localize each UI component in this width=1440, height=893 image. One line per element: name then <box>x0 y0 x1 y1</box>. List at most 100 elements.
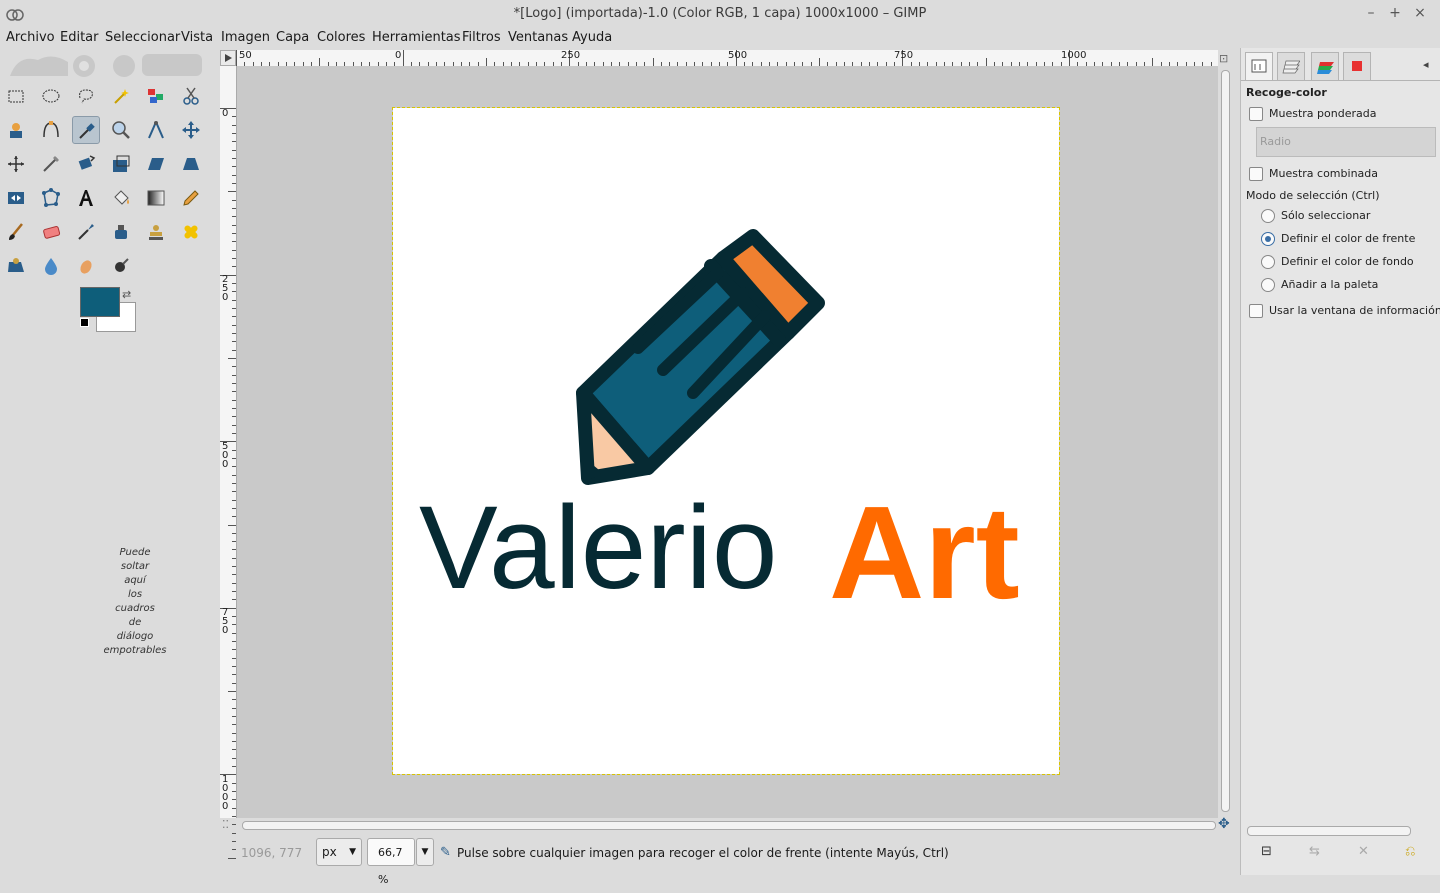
sample-average-checkbox[interactable] <box>1249 107 1263 121</box>
dodge-burn-tool[interactable] <box>107 252 135 280</box>
mode-radio-add-palette[interactable] <box>1261 278 1275 292</box>
text-tool[interactable] <box>72 184 100 212</box>
delete-options-icon[interactable]: ✕ <box>1358 844 1369 859</box>
heal-tool[interactable] <box>177 218 205 246</box>
fuzzy-select-tool[interactable] <box>107 82 135 110</box>
close-button[interactable]: × <box>1411 4 1429 22</box>
unit-selector[interactable]: px ▼ <box>316 838 362 866</box>
sample-merged-checkbox[interactable] <box>1249 167 1263 181</box>
blur-sharpen-tool[interactable] <box>37 252 65 280</box>
menu-imagen[interactable]: Imagen <box>221 30 270 45</box>
menu-ventanas[interactable]: Ventanas <box>508 30 568 45</box>
mode-radio-set-foreground[interactable] <box>1261 232 1275 246</box>
zoom-dropdown-button[interactable]: ▼ <box>416 838 434 866</box>
reset-options-icon[interactable]: ⎌ <box>1405 844 1415 859</box>
pencil-tool[interactable] <box>177 184 205 212</box>
menu-capa[interactable]: Capa <box>276 30 309 45</box>
ruler-tick <box>232 432 236 434</box>
align-tool[interactable] <box>2 150 30 178</box>
navigate-image-icon[interactable]: ✥ <box>1218 816 1230 832</box>
menu-archivo[interactable]: Archivo <box>6 30 55 45</box>
dock-menu-icon[interactable]: ◂ <box>1423 58 1429 71</box>
rotate-tool[interactable] <box>72 150 100 178</box>
flip-tool[interactable] <box>2 184 30 212</box>
crop-tool[interactable] <box>37 150 65 178</box>
horizontal-scrollbar[interactable] <box>240 820 1218 830</box>
menu-colores[interactable]: Colores <box>317 30 365 45</box>
horizontal-scroll-thumb[interactable] <box>242 821 1216 830</box>
rect-select-tool[interactable] <box>2 82 30 110</box>
radius-field[interactable]: Radio <box>1256 127 1436 157</box>
ruler-tick <box>232 132 236 134</box>
smudge-tool[interactable] <box>72 252 100 280</box>
restore-options-icon[interactable]: ⇆ <box>1309 844 1320 859</box>
clone-tool[interactable] <box>142 218 170 246</box>
ink-tool[interactable] <box>107 218 135 246</box>
drop-hint-line: de <box>128 617 142 628</box>
mode-radio-set-background[interactable] <box>1261 255 1275 269</box>
zoom-to-fit-icon[interactable]: ⊡ <box>1219 52 1228 65</box>
tab-channels[interactable] <box>1311 52 1339 80</box>
foreground-select-tool[interactable] <box>2 116 30 144</box>
ruler-corner-button[interactable] <box>220 50 236 66</box>
ruler-tick <box>232 299 236 301</box>
perspective-clone-icon <box>8 258 24 272</box>
info-window-checkbox[interactable] <box>1249 304 1263 318</box>
ruler-tick <box>232 416 236 418</box>
tab-tool-options[interactable] <box>1245 52 1273 80</box>
minimize-button[interactable]: – <box>1362 4 1380 22</box>
perspective-tool[interactable] <box>177 150 205 178</box>
free-select-tool[interactable] <box>72 82 100 110</box>
vertical-scrollbar[interactable] <box>1220 66 1230 818</box>
default-colors-icon[interactable] <box>80 318 89 327</box>
measure-tool[interactable] <box>142 116 170 144</box>
scissors-select-tool[interactable] <box>177 82 205 110</box>
menu-vista[interactable]: Vista <box>181 30 213 45</box>
ruler-tick <box>232 824 236 826</box>
select-by-color-tool[interactable] <box>142 82 170 110</box>
tab-layers[interactable] <box>1277 52 1305 80</box>
swap-colors-icon[interactable]: ⇄ <box>122 288 131 301</box>
color-picker-tool[interactable] <box>72 116 100 144</box>
mode-radio-pick-only[interactable] <box>1261 209 1275 223</box>
water-drop-icon <box>45 258 57 275</box>
quick-mask-icon[interactable]: ⁚⁚ <box>222 818 229 831</box>
right-dock: ◂ Recoge-color Muestra ponderada Muestra… <box>1240 48 1440 875</box>
chevron-down-icon: ▼ <box>349 847 356 857</box>
save-options-icon[interactable]: ⊟ <box>1261 844 1272 859</box>
shear-tool[interactable] <box>142 150 170 178</box>
ruler-tick <box>232 641 236 643</box>
paintbrush-tool[interactable] <box>2 218 30 246</box>
blend-tool[interactable] <box>142 184 170 212</box>
move-tool[interactable] <box>177 116 205 144</box>
menu-editar[interactable]: Editar <box>60 30 99 45</box>
image-canvas[interactable]: Valerio Art <box>392 107 1060 775</box>
eraser-tool[interactable] <box>37 218 65 246</box>
cage-transform-tool[interactable] <box>37 184 65 212</box>
ruler-tick <box>232 424 236 426</box>
zoom-tool[interactable] <box>107 116 135 144</box>
zoom-field[interactable]: 66,7 % <box>367 838 415 886</box>
ruler-tick <box>232 124 236 126</box>
menu-bar: Archivo Editar Seleccionar Vista Imagen … <box>0 28 1440 48</box>
magic-wand-icon <box>114 89 129 104</box>
ruler-tick <box>232 332 236 334</box>
ellipse-select-tool[interactable] <box>37 82 65 110</box>
scale-tool[interactable] <box>107 150 135 178</box>
perspective-clone-tool[interactable] <box>2 252 30 280</box>
dock-horizontal-scrollbar[interactable] <box>1247 826 1411 836</box>
vertical-scroll-thumb[interactable] <box>1221 70 1230 812</box>
menu-filtros[interactable]: Filtros <box>462 30 501 45</box>
paths-tool[interactable] <box>37 116 65 144</box>
menu-herramientas[interactable]: Herramientas <box>372 30 461 45</box>
tab-undo[interactable] <box>1343 52 1371 80</box>
bucket-fill-tool[interactable] <box>107 184 135 212</box>
horizontal-ruler[interactable]: 50 0 250 500 750 1000 <box>236 50 1218 67</box>
maximize-button[interactable]: + <box>1386 4 1404 22</box>
vertical-ruler[interactable]: 0 250 500 750 1000 <box>220 66 237 859</box>
foreground-color-swatch[interactable] <box>80 287 120 317</box>
ruler-tick <box>232 616 236 618</box>
airbrush-tool[interactable] <box>72 218 100 246</box>
menu-ayuda[interactable]: Ayuda <box>572 30 612 45</box>
menu-seleccionar[interactable]: Seleccionar <box>105 30 180 45</box>
